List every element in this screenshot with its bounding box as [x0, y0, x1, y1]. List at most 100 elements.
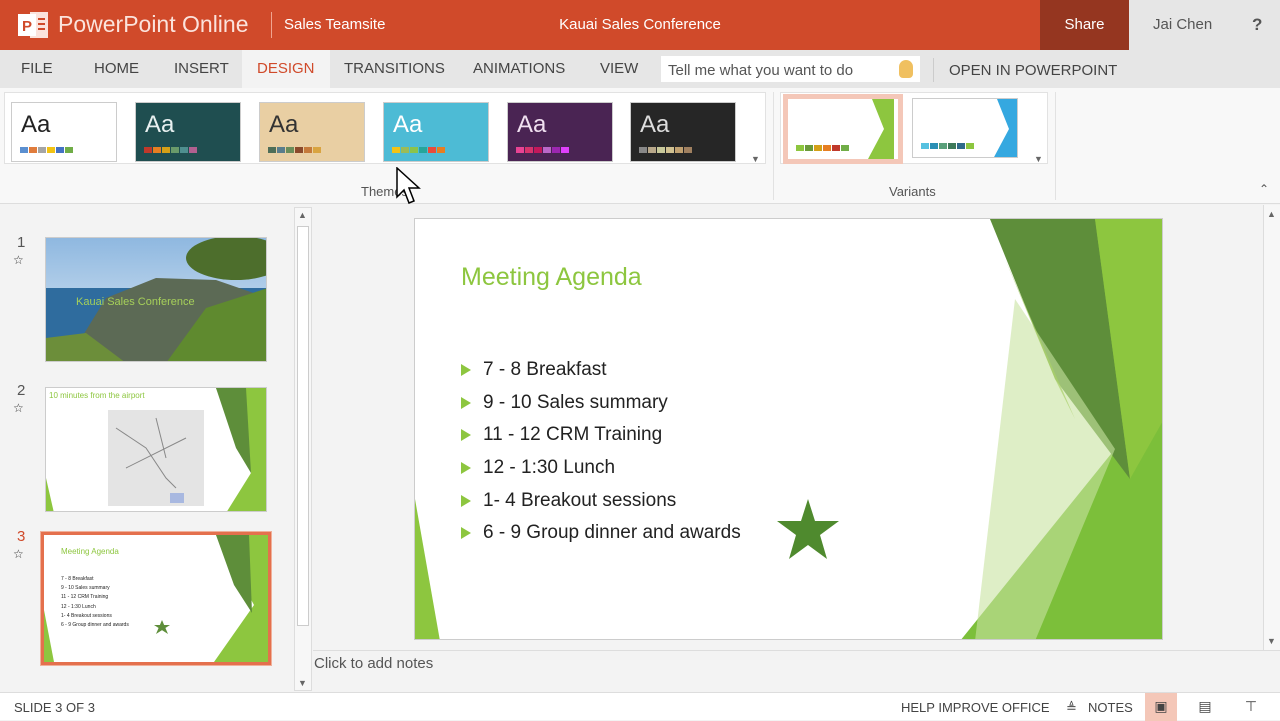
notes-button[interactable]: NOTES [1088, 700, 1133, 715]
thumbnails-scrollbar[interactable]: ▲ ▼ [294, 207, 312, 691]
theme-preview-text: Aa [393, 111, 423, 138]
slide-scrollbar[interactable]: ▲ ▼ [1263, 205, 1280, 650]
slide-title[interactable]: Meeting Agenda [461, 263, 642, 292]
divider [933, 58, 934, 82]
variants-gallery [780, 92, 1048, 164]
theme-option[interactable]: Aa [630, 102, 736, 162]
status-bar: SLIDE 3 OF 3 HELP IMPROVE OFFICE ≜ NOTES… [0, 692, 1280, 721]
share-button[interactable]: Share [1040, 0, 1129, 50]
open-in-powerpoint-button[interactable]: OPEN IN POWERPOINT [949, 62, 1117, 79]
themes-gallery: Aa Aa Aa Aa Aa Aa [4, 92, 766, 164]
user-area: Jai Chen ? [1129, 0, 1280, 50]
design-ribbon: Aa Aa Aa Aa Aa Aa ▼ Themes ▼ Variants [0, 88, 1280, 204]
mini-bullet: 12 - 1:30 Lunch [61, 603, 96, 610]
tab-file[interactable]: FILE [21, 60, 53, 77]
star-shape [154, 620, 170, 634]
star-shape[interactable] [777, 499, 839, 559]
help-improve-office-link[interactable]: HELP IMPROVE OFFICE [901, 700, 1050, 715]
animation-star-icon: ☆ [13, 547, 24, 561]
variant-shape [994, 99, 1017, 157]
divider [1055, 92, 1056, 200]
variant-option[interactable] [912, 98, 1018, 158]
theme-preview-text: Aa [517, 111, 547, 138]
document-title[interactable]: Kauai Sales Conference [520, 16, 760, 33]
lightbulb-icon [899, 60, 913, 78]
editing-view-icon[interactable]: ▣ [1145, 693, 1177, 721]
slide-thumbnail-2[interactable]: 10 minutes from the airport [45, 387, 267, 512]
scrollbar-thumb[interactable] [297, 226, 309, 626]
title-bar: P PowerPoint Online Sales Teamsite Kauai… [0, 0, 1280, 50]
help-button[interactable]: ? [1252, 15, 1262, 35]
scroll-down-icon[interactable]: ▼ [1267, 636, 1276, 646]
tab-home[interactable]: HOME [94, 60, 139, 77]
agenda-item[interactable]: 12 - 1:30 Lunch [461, 452, 741, 485]
slide-number: 2 [17, 382, 26, 399]
color-swatches [639, 147, 692, 153]
agenda-item-text: 1- 4 Breakout sessions [483, 489, 677, 511]
tab-transitions[interactable]: TRANSITIONS [344, 60, 445, 77]
animation-star-icon: ☆ [13, 253, 24, 267]
divider [773, 92, 774, 200]
color-swatches [144, 147, 197, 153]
theme-preview-text: Aa [640, 111, 670, 138]
variant-shape [868, 99, 894, 159]
bullet-arrow-icon [461, 364, 471, 377]
agenda-item[interactable]: 1- 4 Breakout sessions [461, 484, 741, 517]
themes-more-icon[interactable]: ▼ [751, 154, 760, 164]
app-name[interactable]: PowerPoint Online [58, 11, 249, 38]
tab-view[interactable]: VIEW [600, 60, 638, 77]
tab-insert[interactable]: INSERT [174, 60, 229, 77]
agenda-item-text: 6 - 9 Group dinner and awards [483, 522, 741, 544]
theme-option[interactable]: Aa [507, 102, 613, 162]
slide-thumbnail-3[interactable]: Meeting Agenda 7 - 8 Breakfast 9 - 10 Sal… [40, 531, 272, 666]
scroll-up-icon[interactable]: ▲ [298, 210, 307, 220]
current-slide[interactable]: Meeting Agenda 7 - 8 Breakfast 9 - 10 Sal… [414, 218, 1163, 640]
scroll-down-icon[interactable]: ▼ [298, 678, 307, 688]
tab-animations[interactable]: ANIMATIONS [473, 60, 565, 77]
bullet-arrow-icon [461, 429, 471, 442]
theme-preview-text: Aa [269, 111, 299, 138]
slide-background-shapes [46, 388, 266, 511]
mini-bullet: 11 - 12 CRM Training [61, 594, 109, 601]
variants-more-icon[interactable]: ▼ [1034, 154, 1043, 164]
tab-design[interactable]: DESIGN [242, 50, 330, 90]
scroll-up-icon[interactable]: ▲ [1267, 209, 1276, 219]
color-swatches [392, 147, 445, 153]
slide-thumbnail-1[interactable]: Kauai Sales Conference [45, 237, 267, 362]
agenda-item[interactable]: 11 - 12 CRM Training [461, 419, 741, 452]
agenda-item[interactable]: 9 - 10 Sales summary [461, 387, 741, 420]
theme-option[interactable]: Aa [259, 102, 365, 162]
bullet-arrow-icon [461, 462, 471, 475]
reading-view-icon[interactable]: ▤ [1189, 693, 1221, 721]
slideshow-icon[interactable]: ⊤ [1235, 693, 1267, 721]
animation-star-icon: ☆ [13, 401, 24, 415]
slide-number: 3 [17, 528, 26, 545]
notes-input[interactable]: Click to add notes [314, 655, 433, 672]
bullet-arrow-icon [461, 494, 471, 507]
mini-bullet: 7 - 8 Breakfast [61, 576, 94, 582]
mini-bullet: 1- 4 Breakout sessions [61, 612, 112, 619]
variant-option[interactable] [783, 94, 903, 164]
map-image [108, 410, 204, 506]
collapse-ribbon-icon[interactable]: ⌃ [1259, 182, 1269, 196]
theme-option[interactable]: Aa [135, 102, 241, 162]
agenda-item[interactable]: 7 - 8 Breakfast [461, 354, 741, 387]
agenda-item[interactable]: 6 - 9 Group dinner and awards [461, 517, 741, 550]
theme-preview-text: Aa [21, 111, 51, 138]
notes-icon[interactable]: ≜ [1066, 700, 1077, 716]
agenda-item-text: 7 - 8 Breakfast [483, 359, 607, 381]
theme-option[interactable]: Aa [383, 102, 489, 162]
color-swatches [516, 147, 569, 153]
slide-thumbnail-bullets: 7 - 8 Breakfast 9 - 10 Sales summary 11 - … [61, 575, 129, 630]
user-name[interactable]: Jai Chen [1153, 16, 1212, 33]
tell-me-input[interactable]: Tell me what you want to do [661, 56, 920, 82]
bullet-arrow-icon [461, 527, 471, 540]
agenda-list[interactable]: 7 - 8 Breakfast 9 - 10 Sales summary 11 - … [461, 354, 741, 550]
site-link[interactable]: Sales Teamsite [284, 16, 385, 33]
color-swatches [796, 145, 849, 151]
color-swatches [20, 147, 73, 153]
variants-group-label: Variants [889, 184, 936, 199]
agenda-item-text: 12 - 1:30 Lunch [483, 457, 616, 479]
theme-option[interactable]: Aa [11, 102, 117, 162]
slide-number: 1 [17, 234, 26, 251]
